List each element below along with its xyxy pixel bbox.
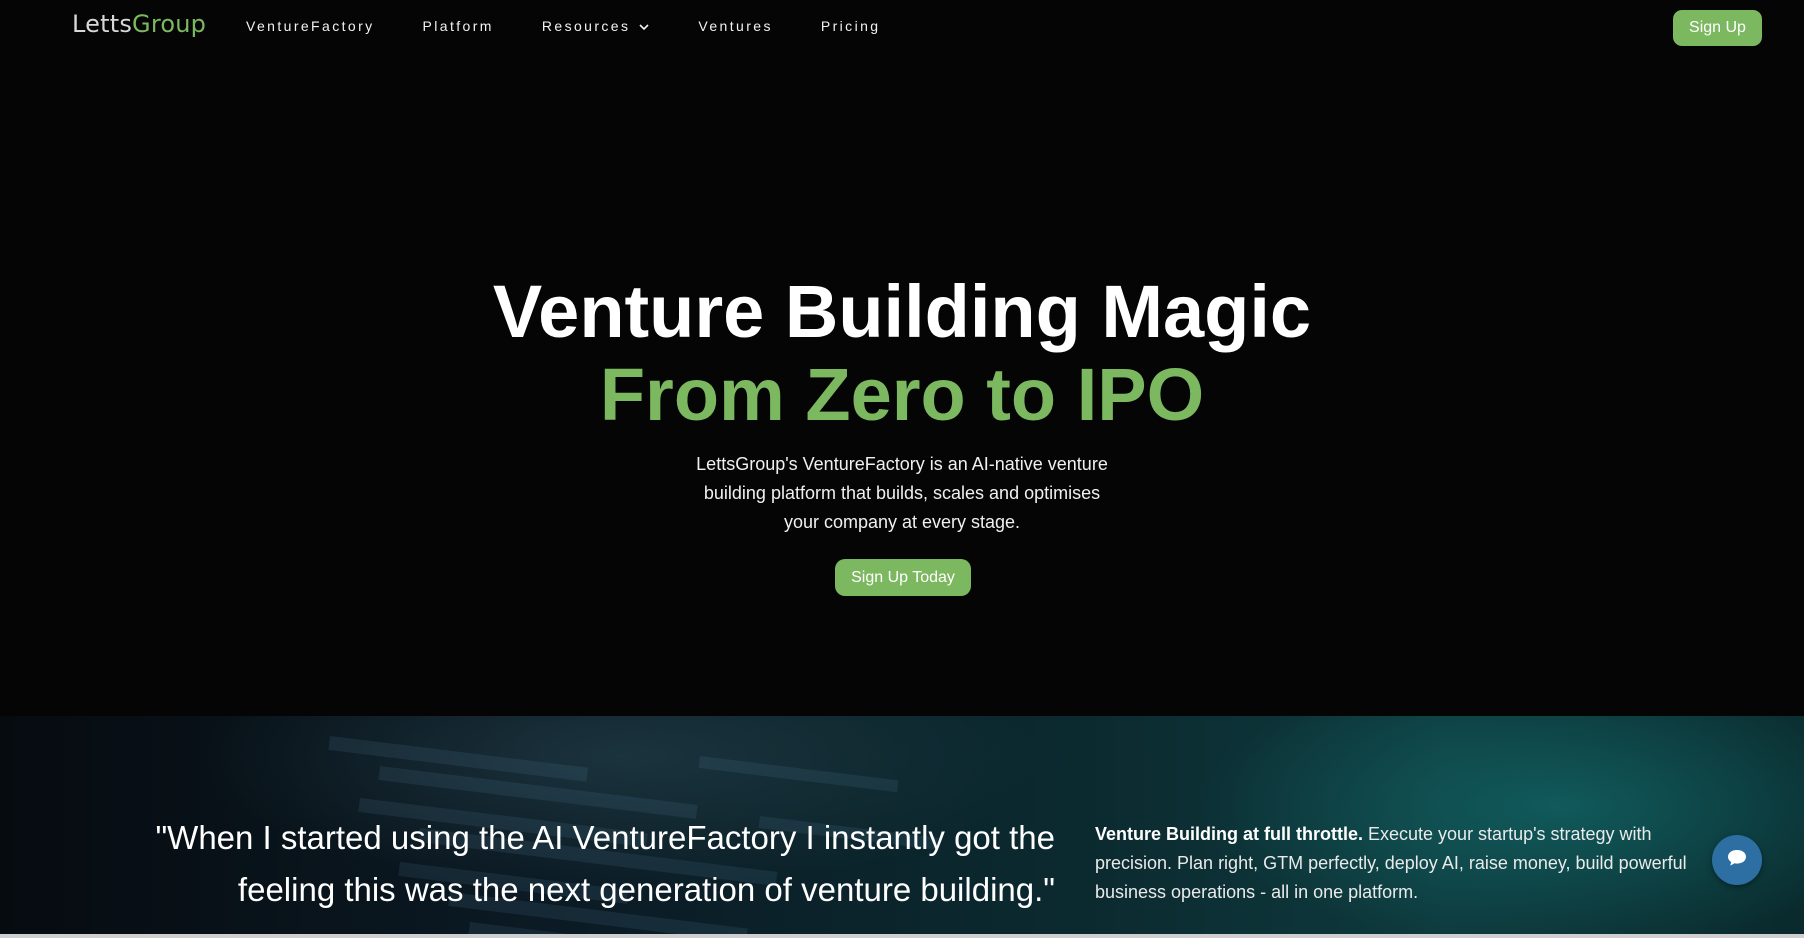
nav-item-pricing[interactable]: Pricing: [821, 18, 881, 34]
feature-description: Venture Building at full throttle. Execu…: [1095, 820, 1695, 907]
nav-item-label: Resources: [541, 18, 631, 34]
nav-item-platform[interactable]: Platform: [423, 18, 494, 34]
signup-today-button[interactable]: Sign Up Today: [835, 559, 971, 596]
signup-button[interactable]: Sign Up: [1673, 10, 1762, 46]
nav-item-label: Platform: [422, 18, 494, 34]
nav-item-venturefactory[interactable]: VentureFactory: [246, 18, 375, 34]
hero-subtitle: LettsGroup's VentureFactory is an AI-nat…: [696, 454, 1108, 532]
chat-bubble-icon: [1726, 848, 1748, 873]
nav-item-label: Pricing: [820, 18, 881, 34]
chat-widget-button[interactable]: [1712, 835, 1762, 885]
chevron-down-icon: [638, 20, 650, 32]
hero-title-line1: Venture Building Magic: [492, 270, 1312, 353]
nav-item-ventures[interactable]: Ventures: [698, 18, 772, 34]
lettsgroup-logo[interactable]: LettsGroup: [72, 10, 206, 38]
testimonial-quote: "When I started using the AI VentureFact…: [155, 819, 1055, 908]
logo-text-group: Group: [132, 10, 207, 38]
nav-item-label: Ventures: [698, 18, 773, 34]
page-bottom-divider: [0, 934, 1804, 938]
nav-links: VentureFactory Platform Resources Ventur…: [246, 18, 928, 34]
hero-title-line2: From Zero to IPO: [599, 353, 1205, 436]
nav-item-label: VentureFactory: [246, 18, 375, 34]
nav-item-resources[interactable]: Resources: [542, 18, 651, 34]
top-navigation: LettsGroup VentureFactory Platform Resou…: [0, 0, 1804, 56]
logo-text-letts: Letts: [72, 10, 133, 38]
feature-heading: Venture Building at full throttle.: [1095, 824, 1363, 844]
